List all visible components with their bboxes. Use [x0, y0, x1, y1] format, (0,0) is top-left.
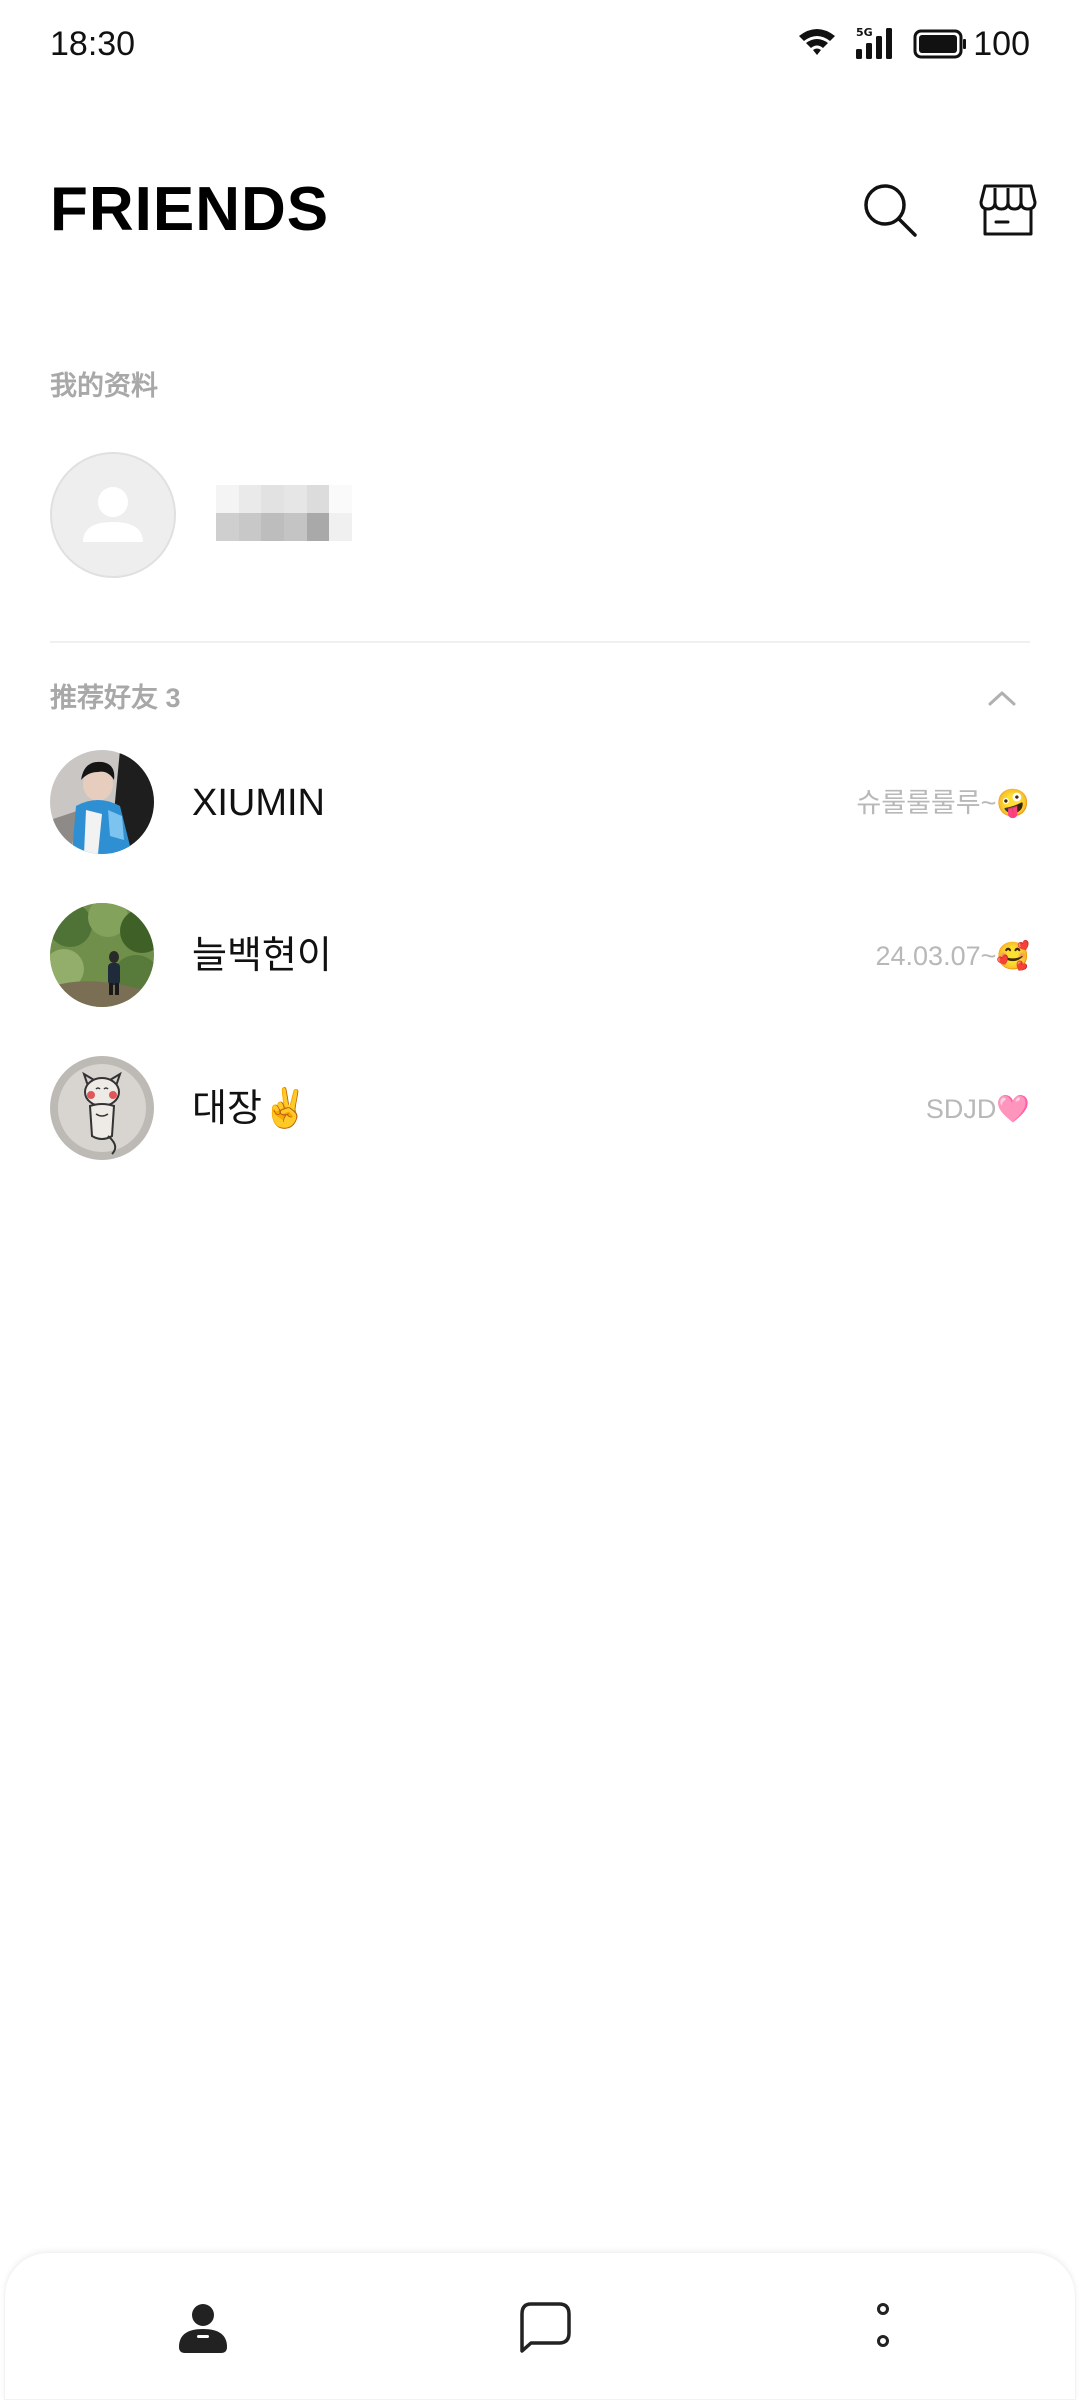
divider	[50, 641, 1030, 643]
avatar	[50, 903, 154, 1007]
friend-name: 늘백현이	[192, 935, 332, 977]
wifi-icon	[797, 26, 837, 63]
more-tab-icon	[873, 2299, 893, 2360]
friend-row-xiumin[interactable]: XIUMIN 슈룰룰룰루~🤪	[0, 750, 1080, 903]
recommended-friends-header[interactable]: 推荐好友 3	[0, 676, 1080, 720]
friend-status-message: 24.03.07~🥰	[875, 941, 1031, 971]
chats-tab-icon	[517, 2299, 573, 2360]
search-button[interactable]	[858, 180, 922, 244]
avatar	[50, 750, 154, 854]
chevron-up-icon[interactable]	[984, 684, 1020, 712]
cellular-signal-icon: 5G	[855, 25, 895, 64]
battery-level: 100	[973, 25, 1030, 63]
status-time: 18:30	[50, 25, 136, 63]
friend-row-neulbaekhyuni[interactable]: 늘백현이 24.03.07~🥰	[0, 903, 1080, 1056]
bottom-navigation	[4, 2252, 1076, 2400]
nav-tab-friends[interactable]	[167, 2297, 239, 2361]
nav-tab-more[interactable]	[847, 2297, 919, 2361]
avatar	[50, 1056, 154, 1160]
header: FRIENDS	[0, 160, 1080, 260]
search-icon	[860, 180, 920, 245]
friend-status-message: SDJD🩷	[925, 1094, 1030, 1124]
status-icons: 5G 100	[797, 22, 1030, 66]
shop-button[interactable]	[976, 180, 1040, 244]
friend-row-daejang[interactable]: 대장✌️ SDJD🩷	[0, 1056, 1080, 1209]
avatar	[50, 452, 176, 578]
friends-tab-icon	[175, 2299, 231, 2360]
redacted-profile-name	[216, 485, 352, 541]
default-person-icon	[52, 487, 174, 576]
my-profile-label: 我的资料	[50, 371, 158, 401]
recommended-friends-label: 推荐好友 3	[50, 683, 181, 713]
nav-tab-chats[interactable]	[509, 2297, 581, 2361]
shop-icon	[978, 182, 1038, 243]
friend-name: 대장✌️	[192, 1088, 310, 1130]
battery-icon: 100	[913, 24, 1030, 64]
status-bar: 18:30 5G 100	[0, 0, 1080, 90]
friend-name: XIUMIN	[192, 782, 325, 824]
friend-status-message: 슈룰룰룰루~🤪	[856, 788, 1030, 818]
friend-list: XIUMIN 슈룰룰룰루~🤪 늘백현이 24.03.07~🥰 대장✌️ SDJD…	[0, 750, 1080, 1209]
my-profile-row[interactable]	[50, 452, 1030, 582]
page-title: FRIENDS	[50, 175, 330, 244]
network-type-label: 5G	[856, 26, 873, 39]
